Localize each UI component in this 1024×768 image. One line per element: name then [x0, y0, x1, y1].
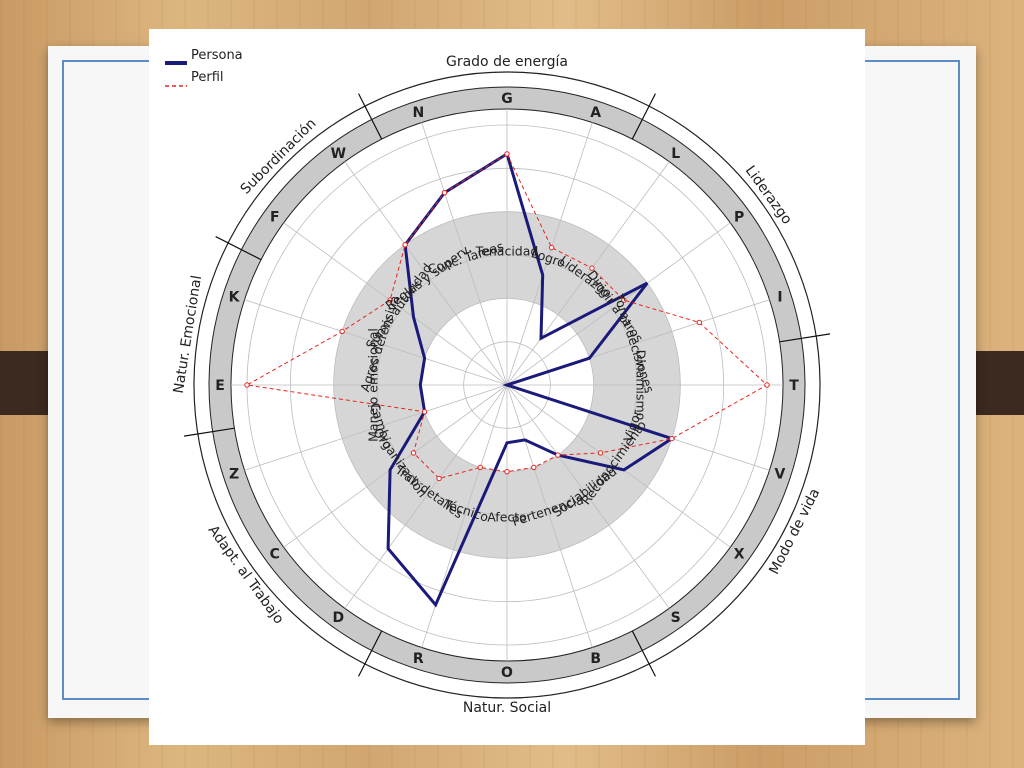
axis-letter-T: T: [789, 378, 799, 394]
group-name-3: Natur. Social: [463, 700, 551, 716]
axis-letter-R: R: [413, 651, 424, 667]
axis-letter-D: D: [332, 610, 344, 626]
perfil-point-O: [504, 468, 510, 475]
factor-name-O: Afecto: [487, 509, 527, 524]
axis-letter-P: P: [734, 209, 744, 225]
axis-letter-O: O: [501, 665, 513, 681]
axis-letter-K: K: [229, 289, 241, 305]
group-name-5: Natur. Emocional: [171, 274, 205, 394]
perfil-point-E: [244, 382, 250, 388]
perfil-point-G: [504, 151, 510, 157]
axis-letter-I: I: [777, 289, 782, 305]
perfil-point-X: [597, 450, 604, 456]
perfil-point-S: [555, 452, 561, 458]
perfil-point-T: [764, 382, 770, 388]
chart-panel: Persona Perfil G A L P I T V X S B O R D C Z E K F W N Tenac…: [149, 29, 865, 745]
axis-letter-E: E: [215, 378, 225, 394]
axis-letter-G: G: [501, 91, 513, 107]
axis-letter-X: X: [734, 547, 745, 563]
radar-chart: Persona Perfil GALPITVXSBORDCZEKFWNTenac…: [165, 48, 831, 716]
perfil-point-N: [441, 189, 448, 196]
axis-letter-F: F: [270, 209, 280, 225]
perfil-point-Z: [421, 409, 428, 415]
axis-letter-C: C: [270, 547, 280, 563]
perfil-point-C: [410, 450, 417, 456]
perfil-point-R: [477, 464, 483, 471]
axis-letter-N: N: [412, 105, 424, 121]
perfil-point-W: [402, 242, 408, 248]
legend-persona-label: Persona: [191, 48, 243, 63]
perfil-point-A: [548, 244, 555, 251]
axis-letter-A: A: [590, 105, 601, 121]
axis-letter-S: S: [671, 610, 681, 626]
legend: Persona Perfil: [165, 48, 243, 87]
perfil-point-V: [669, 435, 675, 442]
group-name-0: Grado de energía: [446, 54, 568, 70]
axis-letter-W: W: [331, 146, 346, 162]
legend-perfil-label: Perfil: [191, 70, 224, 85]
axis-letter-Z: Z: [229, 467, 239, 483]
axis-letter-B: B: [590, 651, 601, 667]
perfil-point-I: [696, 319, 703, 326]
axis-letter-L: L: [671, 146, 680, 162]
perfil-point-K: [339, 328, 345, 335]
axis-letter-V: V: [775, 467, 786, 483]
perfil-point-B: [531, 464, 537, 471]
perfil-point-D: [436, 475, 442, 482]
